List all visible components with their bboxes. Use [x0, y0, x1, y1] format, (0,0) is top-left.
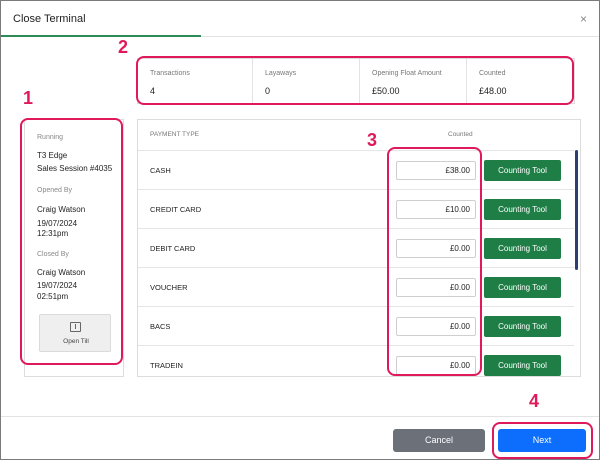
stat-label: Layaways: [265, 70, 297, 77]
dialog-header: Close Terminal ×: [1, 1, 599, 37]
stat-value: 0: [265, 86, 271, 96]
terminal-name: T3 Edge: [37, 151, 68, 160]
close-icon[interactable]: ×: [580, 13, 587, 25]
annotation-number: 4: [529, 391, 540, 411]
stat-label: Opening Float Amount: [372, 70, 442, 77]
closed-by-value: Craig Watson: [37, 268, 86, 277]
counted-amount-input[interactable]: [396, 278, 476, 297]
session-name: Sales Session #4035: [37, 164, 113, 173]
stat-value: £50.00: [372, 86, 400, 96]
cancel-button[interactable]: Cancel: [393, 429, 485, 452]
open-till-button[interactable]: Open Till: [39, 314, 111, 352]
counting-tool-button[interactable]: Counting Tool: [484, 160, 561, 181]
counting-tool-button[interactable]: Counting Tool: [484, 238, 561, 259]
table-scrollbar[interactable]: [575, 150, 578, 270]
active-tab-underline: [1, 35, 201, 37]
payment-row-cash: CASH Counting Tool: [138, 150, 574, 189]
counting-tool-button[interactable]: Counting Tool: [484, 316, 561, 337]
open-till-label: Open Till: [63, 338, 89, 345]
next-button[interactable]: Next: [498, 429, 586, 452]
stat-label: Transactions: [150, 70, 190, 77]
payment-row-debit-card: DEBIT CARD Counting Tool: [138, 228, 574, 267]
payment-type-label: CASH: [150, 166, 171, 175]
session-stats: Transactions 4 Layaways 0 Opening Float …: [137, 58, 575, 104]
payment-row-bacs: BACS Counting Tool: [138, 306, 574, 345]
opened-by-label: Opened By: [37, 187, 73, 194]
annotation-number: 1: [23, 88, 34, 108]
opened-time: 12:31pm: [37, 229, 69, 238]
stat-value: 4: [150, 86, 156, 96]
stat-label: Counted: [479, 70, 506, 77]
closed-by-label: Closed By: [37, 251, 69, 258]
stat-transactions: Transactions 4: [138, 59, 252, 103]
counted-amount-input[interactable]: [396, 200, 476, 219]
counting-tool-button[interactable]: Counting Tool: [484, 277, 561, 298]
payment-table: PAYMENT TYPE Counted CASH Counting Tool …: [137, 119, 581, 377]
payment-type-label: VOUCHER: [150, 283, 188, 292]
closed-date: 19/07/2024: [37, 281, 78, 290]
open-till-icon: [70, 322, 81, 332]
payment-type-label: DEBIT CARD: [150, 244, 196, 253]
column-header-counted: Counted: [448, 131, 473, 138]
annotation-number: 3: [367, 130, 378, 150]
counted-amount-input[interactable]: [396, 317, 476, 336]
footer-divider: [1, 416, 599, 417]
dialog-title: Close Terminal: [13, 13, 86, 25]
stat-counted: Counted £48.00: [466, 59, 574, 103]
stat-value: £48.00: [479, 86, 507, 96]
stat-opening-float: Opening Float Amount £50.00: [359, 59, 466, 103]
closed-time: 02:51pm: [37, 292, 69, 301]
payment-type-label: CREDIT CARD: [150, 205, 202, 214]
annotation-number: 2: [118, 37, 129, 57]
counted-amount-input[interactable]: [396, 161, 476, 180]
payment-type-label: TRADEIN: [150, 361, 183, 370]
counted-amount-input[interactable]: [396, 356, 476, 375]
stat-layaways: Layaways 0: [252, 59, 359, 103]
close-terminal-dialog: Close Terminal × Running T3 Edge Sales S…: [0, 0, 600, 460]
running-label: Running: [37, 134, 64, 141]
payment-type-label: BACS: [150, 322, 171, 331]
counted-amount-input[interactable]: [396, 239, 476, 258]
column-header-payment-type: PAYMENT TYPE: [150, 131, 200, 138]
payment-row-tradein: TRADEIN Counting Tool: [138, 345, 574, 376]
opened-by-value: Craig Watson: [37, 205, 86, 214]
payment-row-voucher: VOUCHER Counting Tool: [138, 267, 574, 306]
payment-row-credit-card: CREDIT CARD Counting Tool: [138, 189, 574, 228]
session-info-panel: Running T3 Edge Sales Session #4035 Open…: [24, 119, 124, 377]
counting-tool-button[interactable]: Counting Tool: [484, 199, 561, 220]
counting-tool-button[interactable]: Counting Tool: [484, 355, 561, 376]
